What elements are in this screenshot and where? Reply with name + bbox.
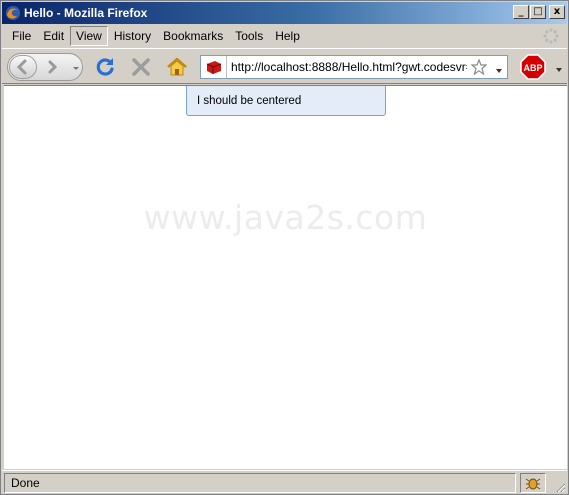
menu-history[interactable]: History: [108, 26, 157, 46]
centered-popup: I should be centered: [186, 86, 386, 116]
watermark: www.java2s.com: [143, 198, 428, 237]
menu-tools[interactable]: Tools: [229, 26, 269, 46]
menu-view[interactable]: View: [70, 26, 108, 46]
home-button[interactable]: [165, 55, 189, 79]
back-icon: [16, 59, 27, 75]
url-input[interactable]: http://localhost:8888/Hello.html?gwt.cod…: [231, 60, 467, 74]
reload-icon: [96, 58, 114, 76]
firebug-status-icon[interactable]: [520, 473, 546, 493]
adblock-dropdown-icon[interactable]: [555, 63, 563, 72]
adblock-plus-icon: ABP: [520, 54, 546, 80]
navigation-toolbar: http://localhost:8888/Hello.html?gwt.cod…: [2, 48, 567, 84]
home-icon: [167, 57, 187, 76]
forward-icon: [48, 60, 58, 74]
popup-text: I should be centered: [197, 94, 302, 107]
menu-bookmarks[interactable]: Bookmarks: [157, 26, 229, 46]
bookmark-star-icon[interactable]: [470, 58, 488, 76]
stop-icon: [132, 58, 150, 76]
address-bar[interactable]: http://localhost:8888/Hello.html?gwt.cod…: [200, 55, 508, 79]
throbber-icon: [543, 28, 559, 44]
adblock-plus-button[interactable]: ABP: [520, 54, 546, 80]
url-dropdown-icon[interactable]: [495, 64, 503, 73]
menu-file[interactable]: File: [6, 26, 37, 46]
menu-edit[interactable]: Edit: [37, 26, 70, 46]
site-identity-icon[interactable]: [201, 56, 227, 78]
stop-button[interactable]: [129, 55, 153, 79]
resize-grip[interactable]: [554, 481, 566, 493]
history-dropdown-icon[interactable]: [72, 62, 80, 70]
maximize-button[interactable]: □: [530, 5, 546, 19]
close-button[interactable]: x: [549, 5, 565, 19]
minimize-button[interactable]: _: [513, 5, 529, 19]
back-button[interactable]: [9, 55, 37, 79]
window-title: Hello - Mozilla Firefox: [24, 6, 148, 20]
abp-label: ABP: [523, 63, 542, 73]
browser-window: Hello - Mozilla Firefox _ □ x File Edit …: [0, 0, 569, 495]
forward-button[interactable]: [41, 57, 63, 77]
reload-button[interactable]: [93, 55, 117, 79]
menu-bar: File Edit View History Bookmarks Tools H…: [2, 25, 567, 47]
back-forward-group: [7, 53, 83, 81]
status-bar: Done: [2, 470, 567, 494]
status-text: Done: [4, 473, 516, 493]
firefox-icon: [5, 5, 21, 21]
title-bar[interactable]: Hello - Mozilla Firefox _ □ x: [2, 2, 567, 24]
page-content: I should be centered www.java2s.com: [4, 85, 567, 469]
menu-help[interactable]: Help: [269, 26, 306, 46]
